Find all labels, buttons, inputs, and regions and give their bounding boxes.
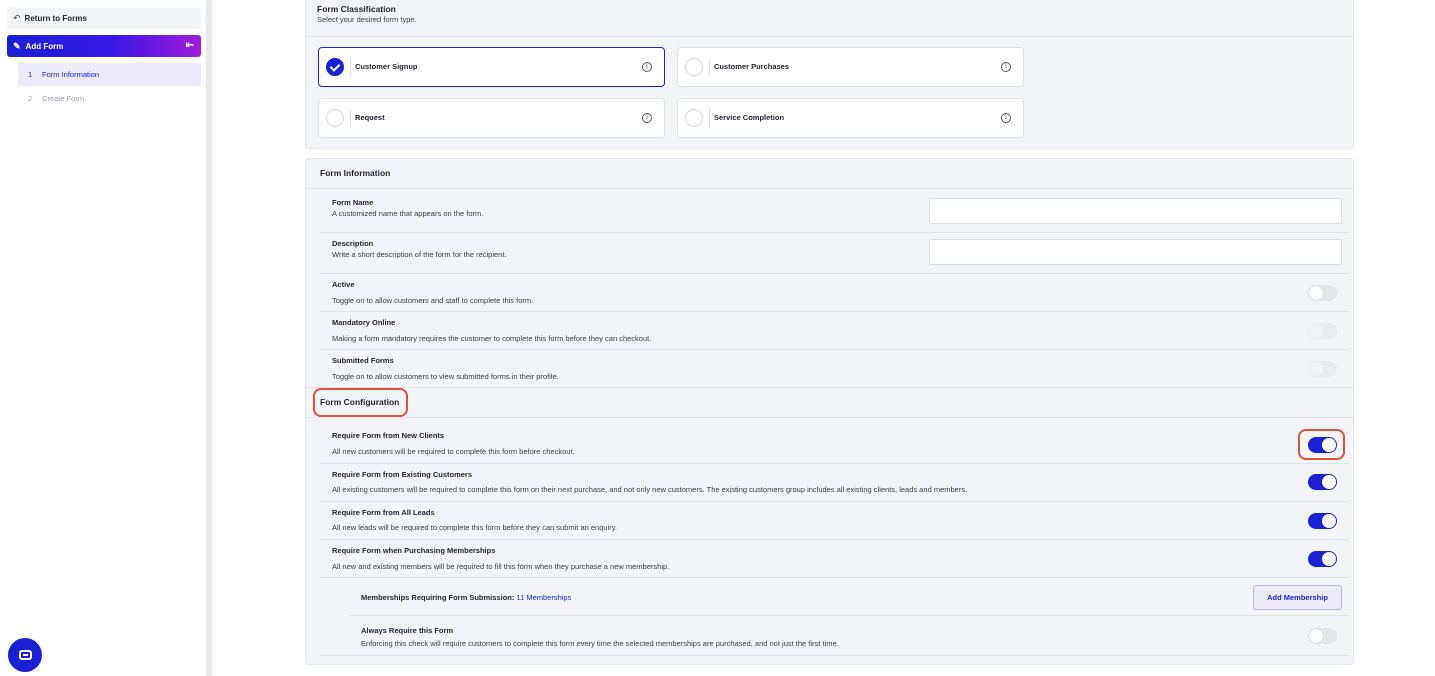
always-require-title: Always Require this Form — [361, 626, 454, 635]
all-leads-desc: All new leads will be required to comple… — [332, 523, 618, 532]
memberships-title: Require Form when Purchasing Memberships — [332, 546, 496, 555]
new-clients-toggle[interactable] — [1308, 437, 1337, 453]
divider — [320, 655, 1349, 656]
radio-icon — [326, 109, 344, 127]
radio-icon — [685, 109, 703, 127]
step-number: 1 — [28, 70, 33, 79]
memberships-toggle[interactable] — [1308, 551, 1337, 567]
info-icon[interactable]: i — [642, 113, 652, 123]
option-label: Customer Signup — [355, 62, 418, 71]
form-name-desc: A customized name that appears on the fo… — [332, 209, 484, 218]
form-information-title: Form Information — [320, 168, 391, 178]
divider — [320, 273, 1349, 274]
chat-icon — [18, 650, 32, 660]
option-customer-signup[interactable]: Customer Signup i — [318, 47, 665, 87]
divider — [306, 387, 1353, 388]
collapse-icon[interactable]: ⇤ — [186, 40, 194, 51]
submitted-forms-toggle[interactable] — [1308, 361, 1337, 377]
form-name-input[interactable] — [929, 198, 1342, 224]
divider — [320, 501, 1349, 502]
step-create-form[interactable]: 2 Create Form — [18, 87, 201, 110]
chat-button[interactable] — [8, 638, 42, 672]
divider — [350, 110, 351, 127]
divider — [350, 615, 1349, 616]
return-to-forms-link[interactable]: ↶ Return to Forms — [7, 7, 201, 29]
arrow-left-icon: ↶ — [13, 12, 21, 23]
active-title: Active — [332, 280, 355, 289]
info-icon[interactable]: i — [1001, 113, 1011, 123]
step-number: 2 — [28, 94, 33, 103]
new-clients-title: Require Form from New Clients — [332, 431, 445, 440]
divider — [320, 577, 1349, 578]
add-form-header: ✎ Add Form ⇤ — [7, 35, 201, 57]
divider — [320, 311, 1349, 312]
always-require-toggle[interactable] — [1308, 628, 1337, 644]
memberships-desc: All new and existing members will be req… — [332, 562, 670, 571]
info-icon[interactable]: i — [642, 62, 652, 72]
description-desc: Write a short description of the form fo… — [332, 250, 507, 259]
existing-customers-desc: All existing customers will be required … — [332, 485, 968, 494]
divider — [320, 349, 1349, 350]
step-form-information[interactable]: 1 Form Information — [18, 63, 201, 86]
edit-icon: ✎ — [13, 40, 21, 51]
form-information-panel — [305, 158, 1354, 665]
option-label: Request — [355, 113, 385, 122]
always-require-desc: Enforcing this check will require custom… — [361, 639, 839, 648]
sidebar: ↶ Return to Forms ✎ Add Form ⇤ 1 Form In… — [0, 0, 207, 676]
divider — [350, 59, 351, 76]
option-request[interactable]: Request i — [318, 98, 665, 138]
form-configuration-title: Form Configuration — [320, 397, 400, 407]
divider — [709, 110, 710, 127]
divider — [320, 232, 1349, 233]
existing-customers-toggle[interactable] — [1308, 474, 1337, 490]
active-toggle[interactable] — [1308, 285, 1337, 301]
divider — [320, 463, 1349, 464]
check-icon — [326, 58, 344, 76]
all-leads-toggle[interactable] — [1308, 513, 1337, 529]
form-name-title: Form Name — [332, 198, 374, 207]
return-label: Return to Forms — [24, 13, 87, 23]
divider — [320, 539, 1349, 540]
memberships-count-link[interactable]: 11 Memberships — [516, 593, 571, 602]
description-input[interactable] — [929, 239, 1342, 265]
add-form-label: Add Form — [25, 41, 64, 51]
divider — [709, 59, 710, 76]
memberships-requiring-label: Memberships Requiring Form Submission: — [361, 593, 515, 602]
option-customer-purchases[interactable]: Customer Purchases i — [677, 47, 1024, 87]
new-clients-desc: All new customers will be required to co… — [332, 447, 575, 456]
mandatory-online-desc: Making a form mandatory requires the cus… — [332, 334, 652, 343]
add-membership-button[interactable]: Add Membership — [1253, 585, 1342, 610]
step-label: Form Information — [42, 70, 100, 79]
divider — [306, 36, 1353, 37]
description-title: Description — [332, 239, 374, 248]
info-icon[interactable]: i — [1001, 62, 1011, 72]
active-desc: Toggle on to allow customers and staff t… — [332, 296, 534, 305]
option-label: Service Completion — [714, 113, 785, 122]
submitted-forms-desc: Toggle on to allow customers to view sub… — [332, 372, 559, 381]
mandatory-online-toggle[interactable] — [1308, 323, 1337, 339]
all-leads-title: Require Form from All Leads — [332, 508, 435, 517]
option-label: Customer Purchases — [714, 62, 790, 71]
divider — [306, 417, 1353, 418]
option-service-completion[interactable]: Service Completion i — [677, 98, 1024, 138]
classification-title: Form Classification — [317, 4, 396, 14]
classification-subtitle: Select your desired form type. — [317, 15, 417, 24]
existing-customers-title: Require Form from Existing Customers — [332, 470, 473, 479]
sidebar-divider — [207, 0, 212, 676]
divider — [306, 188, 1353, 189]
step-label: Create Form — [42, 94, 85, 103]
memberships-requiring-row: Memberships Requiring Form Submission: 1… — [361, 593, 571, 602]
submitted-forms-title: Submitted Forms — [332, 356, 394, 365]
radio-icon — [685, 58, 703, 76]
mandatory-online-title: Mandatory Online — [332, 318, 396, 327]
